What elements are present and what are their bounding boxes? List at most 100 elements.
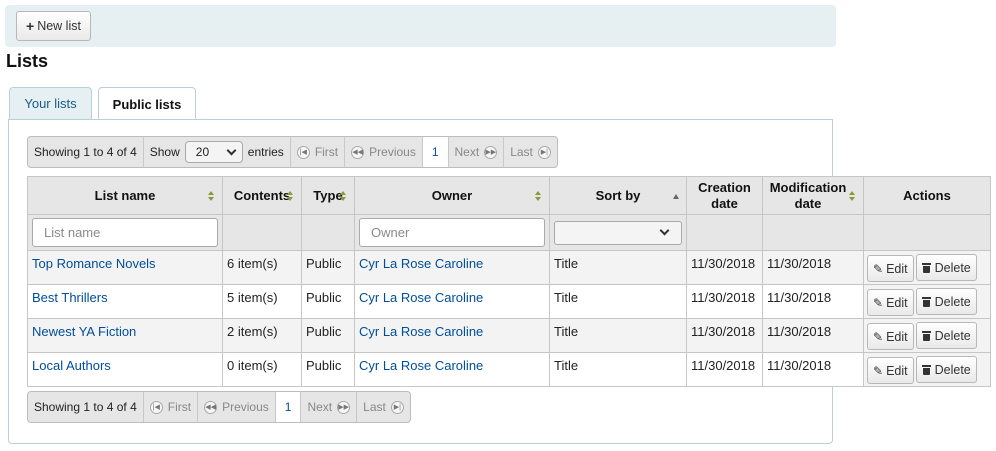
owner-link[interactable]: Cyr La Rose Caroline (359, 358, 483, 373)
pager-info: Showing 1 to 4 of 4 (28, 137, 144, 167)
tab-public-lists[interactable]: Public lists (98, 87, 196, 121)
edit-button[interactable]: ✎ Edit (867, 323, 914, 350)
pencil-icon: ✎ (873, 295, 884, 310)
sort-by-cell: Title (549, 284, 687, 319)
next-page-button[interactable]: Next ▶▶ (449, 137, 505, 167)
trash-icon (921, 364, 931, 375)
first-label: First (314, 145, 339, 159)
modification-date-cell: 11/30/2018 (762, 250, 864, 285)
edit-button[interactable]: ✎ Edit (867, 289, 914, 316)
column-header-contents[interactable]: Contents (222, 176, 302, 215)
column-header-modification-date[interactable]: Modification date (762, 176, 864, 215)
last-page-button[interactable]: Last ▶| (504, 137, 557, 167)
owner-link[interactable]: Cyr La Rose Caroline (359, 324, 483, 339)
column-header-creation-date[interactable]: Creation date (686, 176, 763, 215)
trash-icon (921, 262, 931, 273)
page-number-button[interactable]: 1 (422, 137, 449, 167)
actions-cell: ✎ Edit Delete (863, 318, 991, 353)
header-label: Contents (233, 187, 291, 203)
delete-button[interactable]: Delete (915, 254, 977, 281)
last-page-button[interactable]: Last ▶| (357, 392, 410, 422)
list-name-filter-input[interactable] (32, 218, 218, 247)
modification-date-cell: 11/30/2018 (762, 352, 864, 387)
column-header-owner[interactable]: Owner (354, 176, 550, 215)
sort-by-cell: Title (549, 318, 687, 353)
type-cell: Public (301, 318, 355, 353)
first-label: First (167, 400, 192, 414)
page-number-button[interactable]: 1 (275, 392, 302, 422)
sort-icon (535, 191, 542, 202)
creation-date-cell: 11/30/2018 (686, 284, 763, 319)
first-icon: |◀ (296, 145, 310, 159)
sort-by-filter-select[interactable] (554, 220, 682, 245)
last-label: Last (510, 145, 533, 159)
pager-info: Showing 1 to 4 of 4 (28, 392, 144, 422)
plus-icon: + (26, 18, 35, 34)
column-header-actions: Actions (863, 176, 991, 215)
tab-your-lists[interactable]: Your lists (9, 87, 92, 119)
column-header-list-name[interactable]: List name (27, 176, 223, 215)
page-length: Show 20 entries (144, 137, 291, 167)
edit-button[interactable]: ✎ Edit (867, 255, 914, 282)
owner-link[interactable]: Cyr La Rose Caroline (359, 256, 483, 271)
last-icon: ▶| (390, 400, 404, 414)
page-title: Lists (6, 51, 49, 71)
new-list-label: New list (37, 19, 81, 33)
previous-label: Previous (222, 400, 269, 414)
filter-cell (222, 214, 302, 251)
trash-icon (921, 330, 931, 341)
previous-page-button[interactable]: ◀◀ Previous (198, 392, 276, 422)
header-label: Sort by (595, 187, 641, 203)
previous-page-button[interactable]: ◀◀ Previous (345, 137, 423, 167)
filter-cell (27, 214, 223, 251)
previous-label: Previous (369, 145, 416, 159)
contents-cell: 6 item(s) (222, 250, 302, 285)
sort-icon (849, 191, 856, 202)
sort-by-cell: Title (549, 250, 687, 285)
sort-icon (208, 191, 215, 202)
first-page-button[interactable]: |◀ First (144, 392, 199, 422)
page-length-value: 20 (195, 145, 210, 159)
list-name-link[interactable]: Best Thrillers (32, 290, 108, 305)
lists-table: List name Contents Type Owner Sort by Cr… (27, 176, 991, 387)
column-header-type[interactable]: Type (301, 176, 355, 215)
modification-date-cell: 11/30/2018 (762, 284, 864, 319)
list-name-link[interactable]: Top Romance Novels (32, 256, 156, 271)
header-label: date (711, 195, 738, 211)
first-page-button[interactable]: |◀ First (291, 137, 346, 167)
next-icon: ▶▶ (337, 400, 351, 414)
next-label: Next (454, 145, 480, 159)
sort-by-cell: Title (549, 352, 687, 387)
chevron-down-icon (226, 145, 237, 155)
toolbar: + New list (5, 5, 836, 47)
next-page-button[interactable]: Next ▶▶ (301, 392, 358, 422)
show-label: Show (149, 145, 180, 159)
table-row: Best Thrillers 5 item(s) Public Cyr La R… (27, 284, 991, 319)
edit-button[interactable]: ✎ Edit (867, 357, 914, 384)
delete-button[interactable]: Delete (915, 356, 977, 383)
delete-button[interactable]: Delete (915, 288, 977, 315)
delete-button[interactable]: Delete (915, 322, 977, 349)
modification-date-cell: 11/30/2018 (762, 318, 864, 353)
creation-date-cell: 11/30/2018 (686, 352, 763, 387)
filter-cell (549, 214, 687, 251)
previous-icon: ◀◀ (204, 400, 218, 414)
list-name-link[interactable]: Newest YA Fiction (32, 324, 136, 339)
header-label: Creation (698, 179, 751, 195)
column-header-sort-by[interactable]: Sort by (549, 176, 687, 215)
pencil-icon: ✎ (873, 329, 884, 344)
new-list-button[interactable]: + New list (16, 11, 91, 41)
list-name-link[interactable]: Local Authors (32, 358, 111, 373)
chevron-down-icon (659, 225, 670, 236)
last-icon: ▶| (537, 145, 551, 159)
header-label: Owner (431, 187, 473, 203)
page-length-select[interactable]: 20 (184, 141, 243, 163)
pager-top: Showing 1 to 4 of 4 Show 20 entries |◀ F… (27, 136, 558, 168)
pencil-icon: ✎ (873, 363, 884, 378)
filter-cell (863, 214, 991, 251)
owner-filter-input[interactable] (359, 218, 545, 247)
type-cell: Public (301, 352, 355, 387)
actions-cell: ✎ Edit Delete (863, 284, 991, 319)
sort-icon (340, 191, 347, 202)
owner-link[interactable]: Cyr La Rose Caroline (359, 290, 483, 305)
